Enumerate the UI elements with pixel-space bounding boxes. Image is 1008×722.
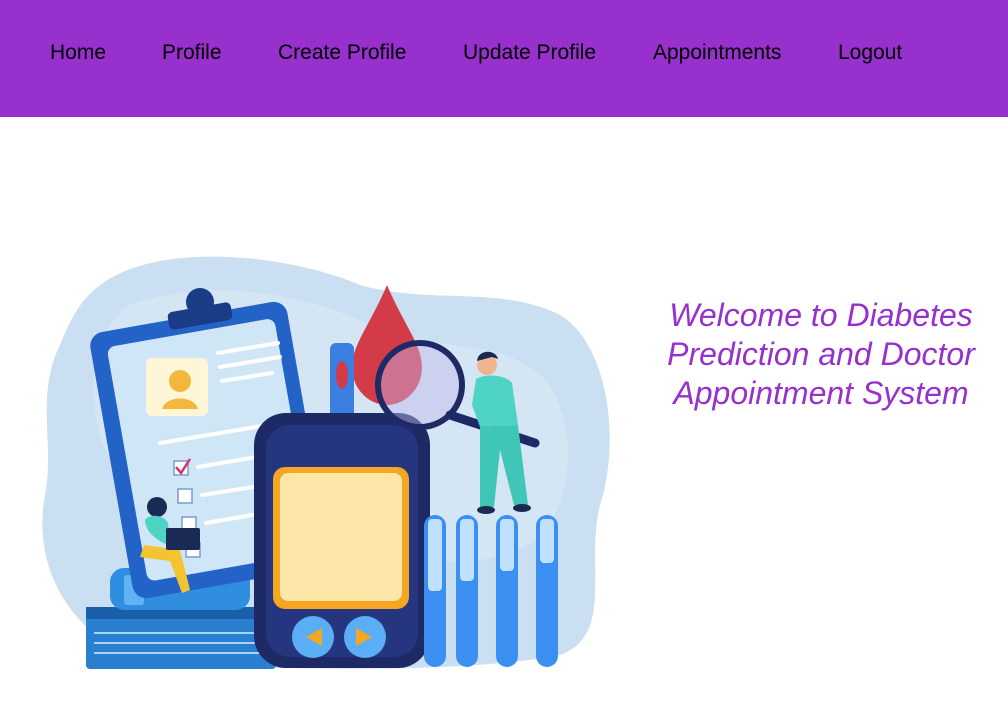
nav-appointments-link[interactable]: Appointments	[653, 40, 781, 66]
navbar: Home Profile Create Profile Update Profi…	[0, 0, 1008, 117]
nav-profile-link[interactable]: Profile	[162, 40, 222, 66]
welcome-heading: Welcome to Diabetes Prediction and Docto…	[667, 297, 975, 411]
nav-home-link[interactable]: Home	[50, 40, 106, 66]
nav-logout-link[interactable]: Logout	[838, 40, 902, 66]
nav-update-profile-link[interactable]: Update Profile	[463, 40, 596, 66]
nav-create-profile-link[interactable]: Create Profile	[278, 40, 406, 66]
hero-illustration	[40, 245, 620, 685]
